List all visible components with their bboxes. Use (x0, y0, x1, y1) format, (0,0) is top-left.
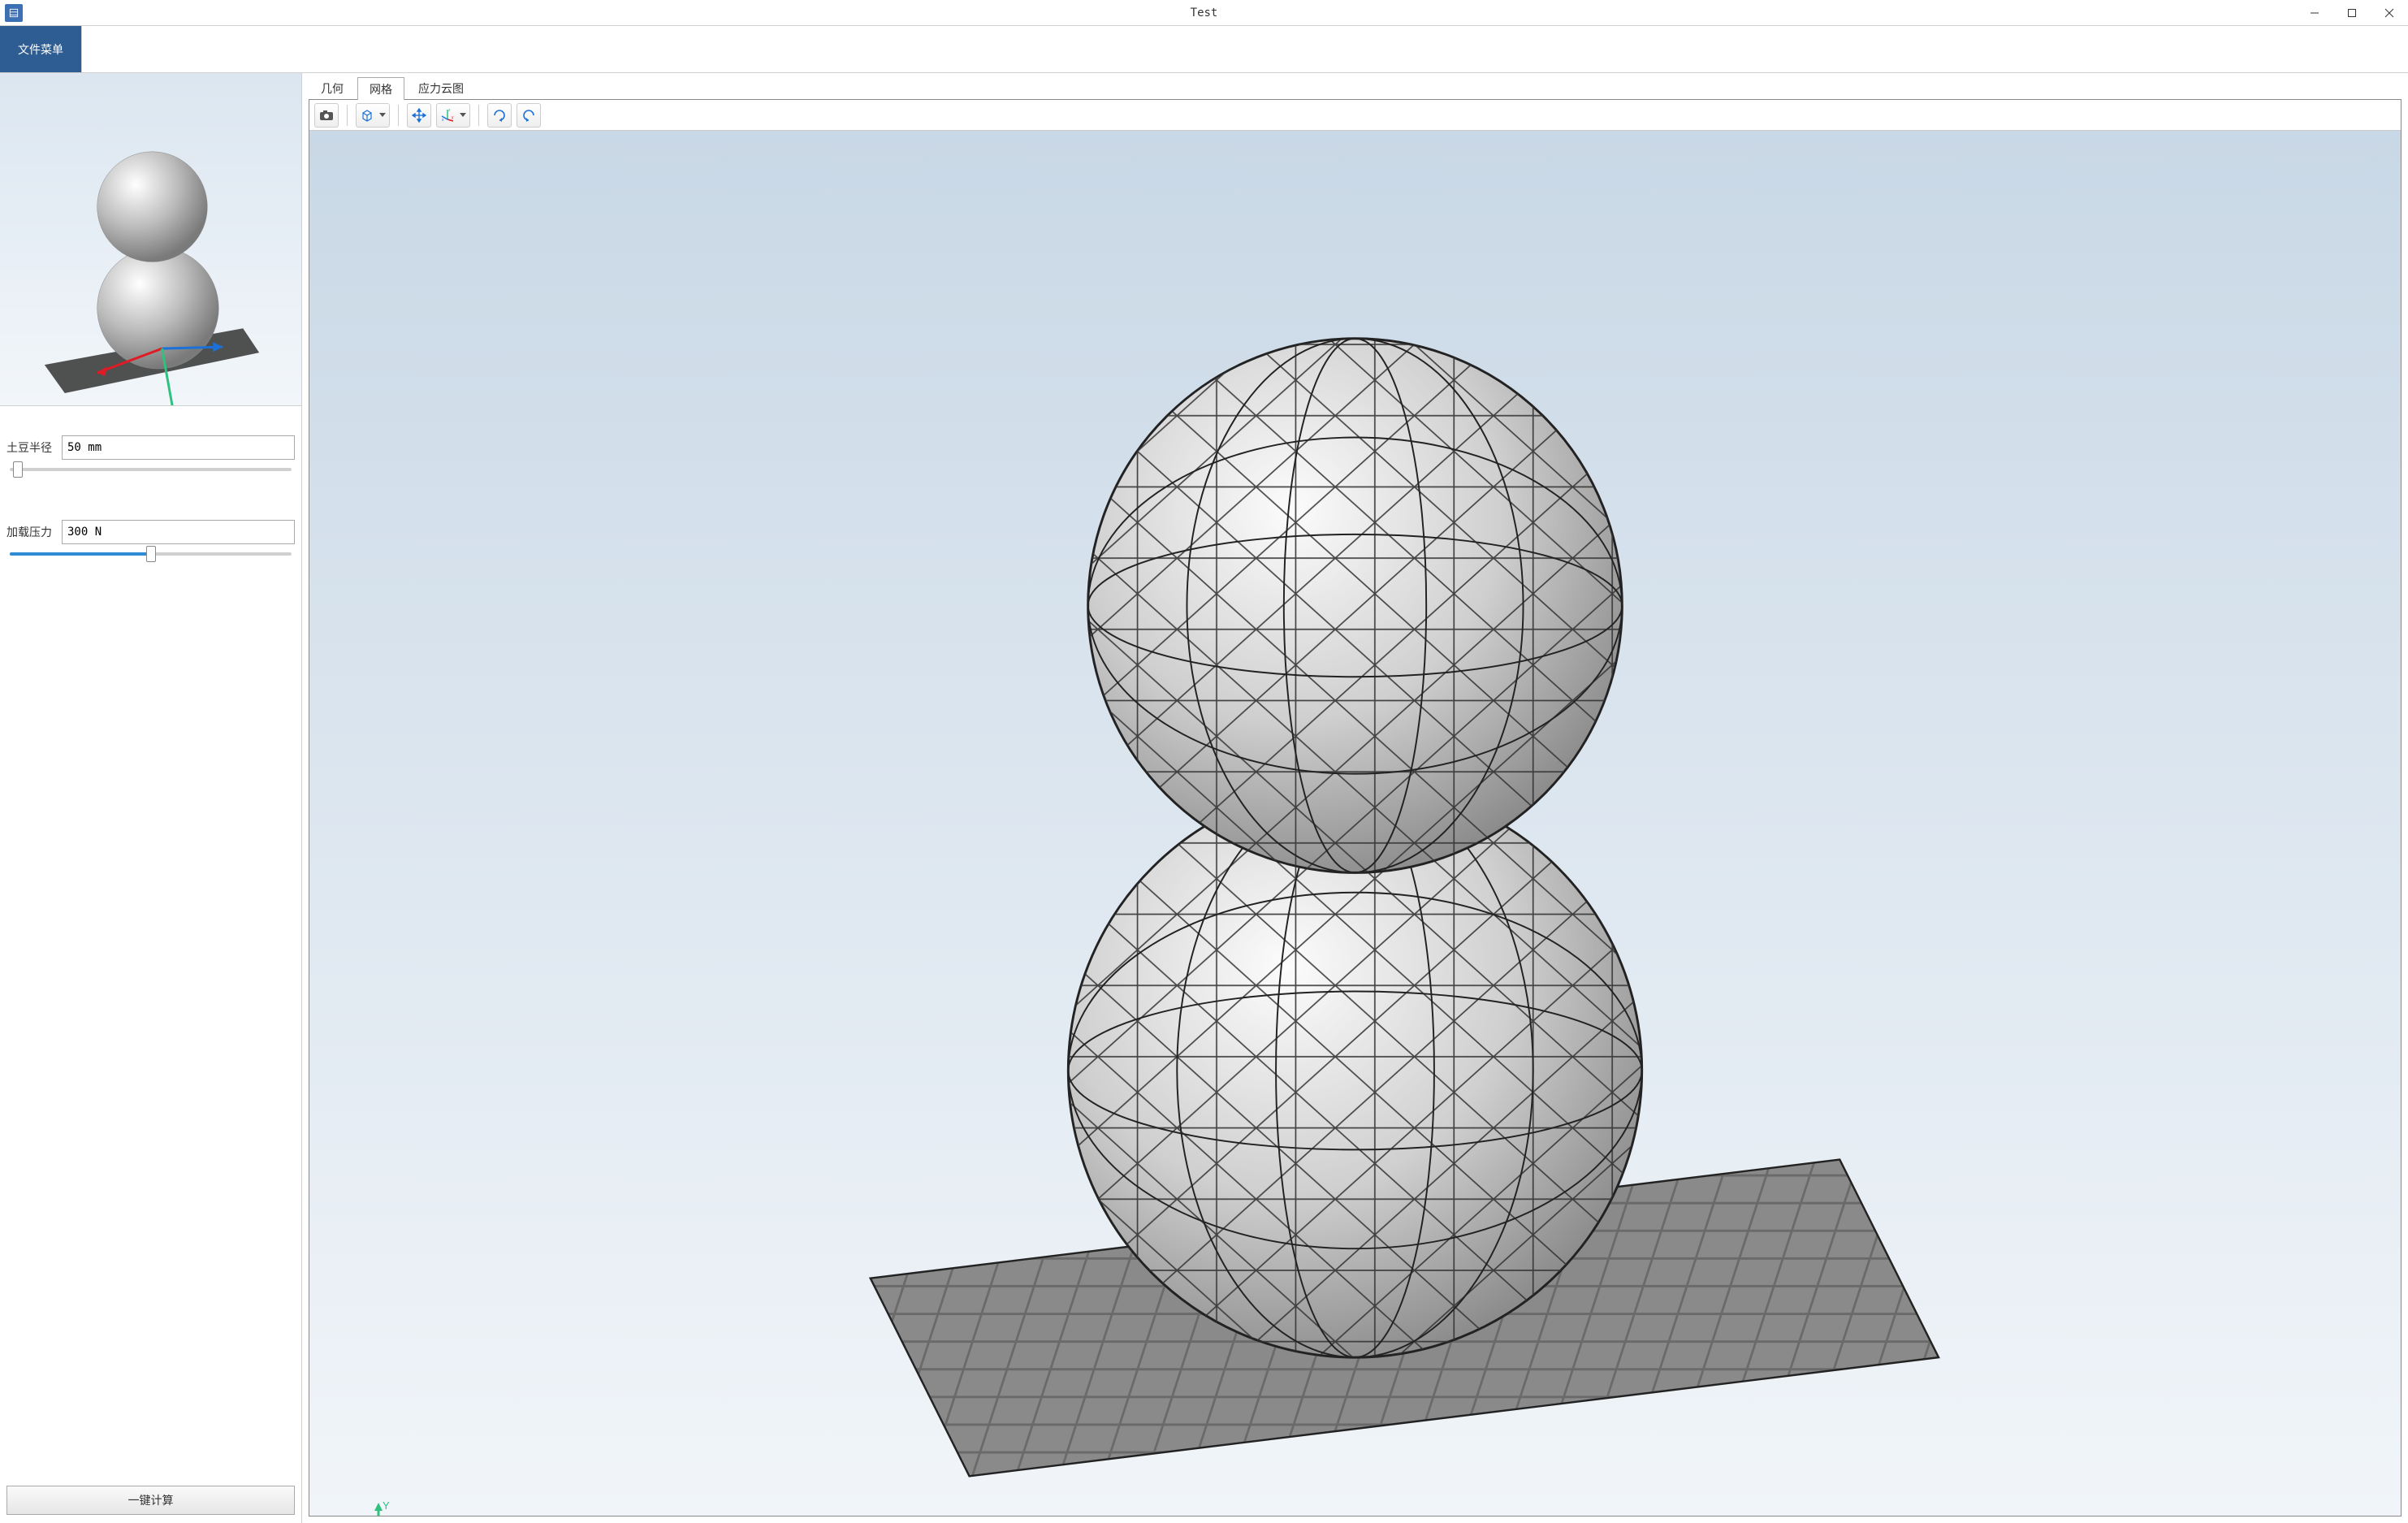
pressure-input[interactable] (62, 520, 295, 544)
view-tabs: 几何 网格 应力云图 (309, 76, 2402, 99)
file-menu-button[interactable]: 文件菜单 (0, 26, 82, 72)
pressure-block: 加载压力 (6, 520, 295, 556)
svg-text:x: x (442, 118, 444, 123)
toolbar-separator (347, 105, 348, 126)
radius-slider[interactable] (10, 468, 292, 471)
pan-icon[interactable] (407, 103, 431, 128)
pressure-label: 加载压力 (6, 524, 58, 540)
chevron-down-icon (379, 113, 386, 117)
rotate-cw-icon[interactable] (487, 103, 512, 128)
window-controls (2296, 0, 2408, 25)
camera-icon[interactable] (314, 103, 339, 128)
rotate-ccw-icon[interactable] (517, 103, 541, 128)
svg-text:z: z (448, 108, 451, 113)
close-icon (2384, 8, 2394, 18)
toolbar-separator (478, 105, 479, 126)
minimize-button[interactable] (2296, 0, 2333, 25)
svg-text:y: y (452, 115, 454, 120)
mesh-viewport[interactable]: Y Z X (309, 131, 2401, 1516)
radius-block: 土豆半径 (6, 435, 295, 471)
axes-icon[interactable]: zy x (436, 103, 470, 128)
menu-bar: 文件菜单 (0, 26, 2408, 73)
close-button[interactable] (2371, 0, 2408, 25)
minimize-icon (2310, 8, 2319, 18)
parameter-panel: 土豆半径 加载压力 (0, 406, 301, 1523)
triad-y-label: Y (383, 1499, 390, 1512)
maximize-icon (2347, 8, 2357, 18)
cube-orientation-icon[interactable] (356, 103, 390, 128)
tab-geometry[interactable]: 几何 (309, 76, 356, 99)
radius-label: 土豆半径 (6, 439, 58, 456)
compute-button[interactable]: 一键计算 (6, 1486, 295, 1515)
toolbar-separator (398, 105, 399, 126)
pressure-slider[interactable] (10, 552, 292, 556)
app-icon (5, 4, 23, 22)
title-bar: Test (0, 0, 2408, 26)
viewer-toolbar: zy x (309, 100, 2401, 131)
viewer-frame: zy x (309, 99, 2402, 1517)
geometry-preview[interactable] (0, 73, 301, 406)
window-title: Test (1191, 6, 1218, 19)
main-area: 土豆半径 加载压力 (0, 73, 2408, 1523)
tab-stress[interactable]: 应力云图 (406, 76, 476, 99)
left-panel: 土豆半径 加载压力 (0, 73, 302, 1523)
chevron-down-icon (460, 113, 466, 117)
radius-input[interactable] (62, 435, 295, 460)
maximize-button[interactable] (2333, 0, 2371, 25)
right-panel: 几何 网格 应力云图 zy x (302, 73, 2408, 1523)
tab-mesh[interactable]: 网格 (357, 77, 404, 100)
